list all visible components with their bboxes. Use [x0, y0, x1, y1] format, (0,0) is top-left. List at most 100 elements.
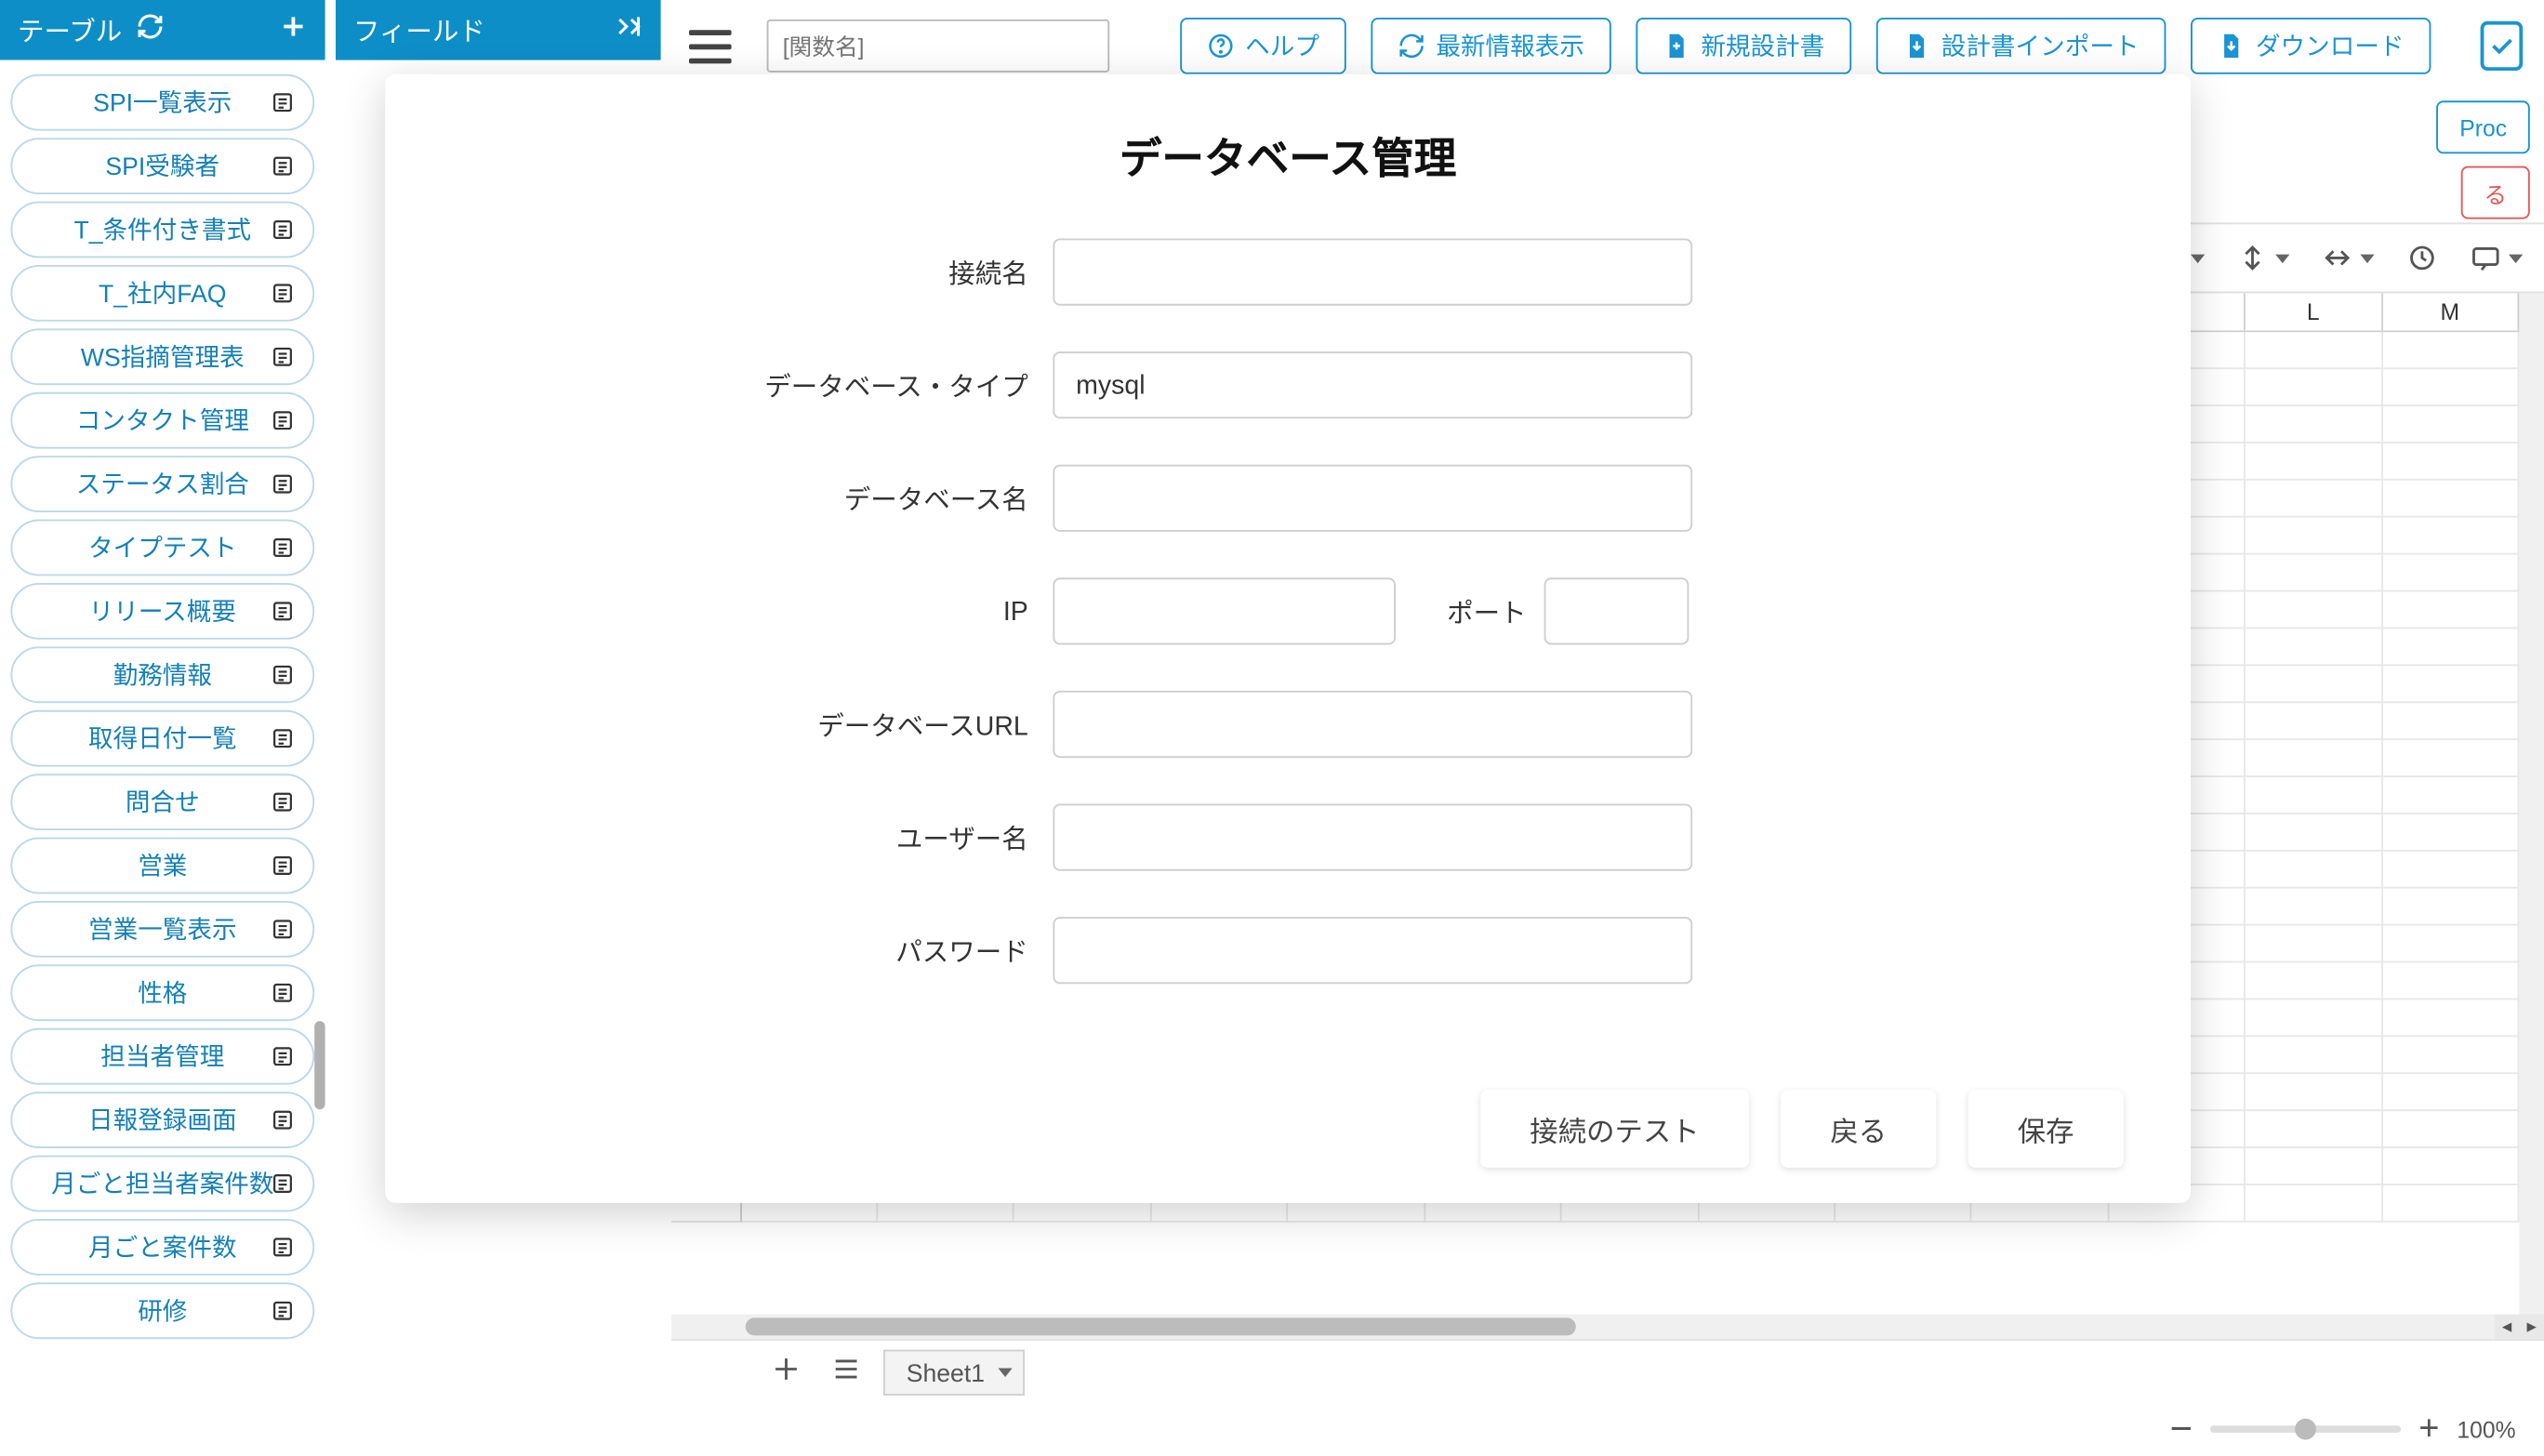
input-user[interactable] — [1053, 804, 1692, 871]
table-item[interactable]: 取得日付一覧 — [10, 710, 314, 767]
grid-cell[interactable] — [2382, 518, 2519, 555]
add-table-icon[interactable] — [279, 12, 307, 47]
grid-cell[interactable] — [2246, 555, 2382, 592]
grid-cell[interactable] — [2382, 369, 2519, 406]
halign-icon[interactable] — [2322, 242, 2375, 273]
input-db-type[interactable] — [1053, 351, 1692, 418]
grid-cell[interactable] — [2246, 814, 2382, 852]
grid-v-scrollbar[interactable] — [2519, 293, 2544, 1314]
add-sheet-icon[interactable] — [763, 1346, 809, 1397]
table-item[interactable]: SPI受験者 — [10, 138, 314, 194]
grid-cell[interactable] — [2382, 555, 2519, 592]
zoom-out-icon[interactable]: − — [2170, 1406, 2193, 1451]
grid-cell[interactable] — [2246, 889, 2382, 926]
grid-cell[interactable] — [2382, 481, 2519, 518]
grid-cell[interactable] — [2382, 926, 2519, 963]
input-password[interactable] — [1053, 917, 1692, 984]
grid-cell[interactable] — [2382, 703, 2519, 740]
table-item[interactable]: 研修 — [10, 1282, 314, 1339]
grid-cell[interactable] — [2246, 406, 2382, 443]
grid-cell[interactable] — [2246, 926, 2382, 963]
grid-cell[interactable] — [2382, 999, 2519, 1037]
grid-cell[interactable] — [2246, 963, 2382, 1000]
test-connection-button[interactable]: 接続のテスト — [1480, 1090, 1749, 1168]
table-item[interactable]: 月ごと案件数 — [10, 1219, 314, 1276]
grid-cell[interactable] — [2382, 1185, 2519, 1223]
grid-cell[interactable] — [2246, 999, 2382, 1037]
table-item[interactable]: 性格 — [10, 964, 314, 1021]
zoom-slider[interactable] — [2210, 1425, 2401, 1433]
grid-cell[interactable] — [2382, 443, 2519, 481]
download-button[interactable]: ダウンロード — [2191, 18, 2431, 74]
grid-cell[interactable] — [2382, 332, 2519, 369]
grid-cell[interactable] — [2246, 852, 2382, 889]
grid-cell[interactable] — [2246, 1074, 2382, 1111]
grid-cell[interactable] — [2246, 1037, 2382, 1074]
grid-cell[interactable] — [2382, 1111, 2519, 1148]
tables-scrollbar[interactable] — [314, 60, 325, 1456]
grid-cell[interactable] — [2382, 592, 2519, 629]
grid-cell[interactable] — [2382, 889, 2519, 926]
table-item[interactable]: タイプテスト — [10, 520, 314, 576]
valign-icon[interactable] — [2236, 242, 2289, 273]
autofilter-icon[interactable] — [2406, 242, 2438, 273]
grid-cell[interactable] — [2382, 963, 2519, 1000]
grid-cell[interactable] — [2382, 1037, 2519, 1074]
grid-cell[interactable] — [2382, 740, 2519, 777]
table-item[interactable]: 担当者管理 — [10, 1028, 314, 1085]
sheet-tab[interactable]: Sheet1 — [883, 1349, 1026, 1395]
grid-cell[interactable] — [2246, 1148, 2382, 1185]
grid-h-scrollbar[interactable]: ◄► — [671, 1315, 2544, 1340]
table-item[interactable]: WS指摘管理表 — [10, 328, 314, 385]
zoom-in-icon[interactable]: + — [2418, 1409, 2439, 1449]
table-item[interactable]: 営業一覧表示 — [10, 901, 314, 958]
grid-cell[interactable] — [2382, 629, 2519, 666]
input-url[interactable] — [1053, 691, 1692, 758]
import-button[interactable]: 設計書インポート — [1875, 18, 2166, 74]
table-item[interactable]: 営業 — [10, 838, 314, 894]
table-item[interactable]: 月ごと担当者案件数 — [10, 1156, 314, 1212]
collapse-icon[interactable] — [615, 12, 643, 47]
proc-button[interactable]: Proc — [2437, 100, 2530, 153]
table-item[interactable]: SPI一覧表示 — [10, 74, 314, 131]
table-item[interactable]: 勤務情報 — [10, 646, 314, 703]
input-db-name[interactable] — [1053, 465, 1692, 532]
validate-icon[interactable] — [2480, 21, 2523, 71]
grid-cell[interactable] — [2382, 406, 2519, 443]
input-port[interactable] — [1544, 577, 1689, 644]
grid-cell[interactable] — [2382, 1074, 2519, 1111]
refresh-icon[interactable] — [137, 12, 165, 47]
grid-cell[interactable] — [2246, 1111, 2382, 1148]
danger-button[interactable]: る — [2461, 166, 2530, 219]
grid-cell[interactable] — [2382, 666, 2519, 703]
grid-cell[interactable] — [2246, 1185, 2382, 1223]
function-name-input[interactable] — [767, 20, 1110, 73]
grid-cell[interactable] — [2246, 740, 2382, 777]
grid-cell[interactable] — [2246, 369, 2382, 406]
refresh-button[interactable]: 最新情報表示 — [1371, 18, 1610, 74]
grid-cell[interactable] — [2382, 814, 2519, 852]
save-button[interactable]: 保存 — [1968, 1090, 2124, 1168]
table-item[interactable]: ステータス割合 — [10, 456, 314, 512]
sheets-menu-icon[interactable] — [823, 1346, 868, 1397]
grid-cell[interactable] — [2246, 443, 2382, 481]
grid-cell[interactable] — [2246, 332, 2382, 369]
grid-cell[interactable] — [2246, 777, 2382, 814]
input-conn-name[interactable] — [1053, 239, 1692, 306]
grid-cell[interactable] — [2382, 1148, 2519, 1185]
table-item[interactable]: コンタクト管理 — [10, 392, 314, 449]
grid-cell[interactable] — [2382, 777, 2519, 814]
table-item[interactable]: T_社内FAQ — [10, 265, 314, 322]
help-button[interactable]: ヘルプ — [1180, 18, 1346, 74]
grid-cell[interactable] — [2246, 629, 2382, 666]
new-doc-button[interactable]: 新規設計書 — [1636, 18, 1851, 74]
table-item[interactable]: 日報登録画面 — [10, 1092, 314, 1148]
grid-cell[interactable] — [2382, 852, 2519, 889]
comment-icon[interactable] — [2470, 242, 2523, 273]
table-item[interactable]: 問合せ — [10, 774, 314, 830]
column-header[interactable]: M — [2382, 293, 2519, 330]
column-header[interactable]: L — [2246, 293, 2382, 330]
grid-cell[interactable] — [2246, 592, 2382, 629]
toolbar-dropdown-1[interactable] — [2191, 254, 2205, 263]
grid-cell[interactable] — [2246, 481, 2382, 518]
